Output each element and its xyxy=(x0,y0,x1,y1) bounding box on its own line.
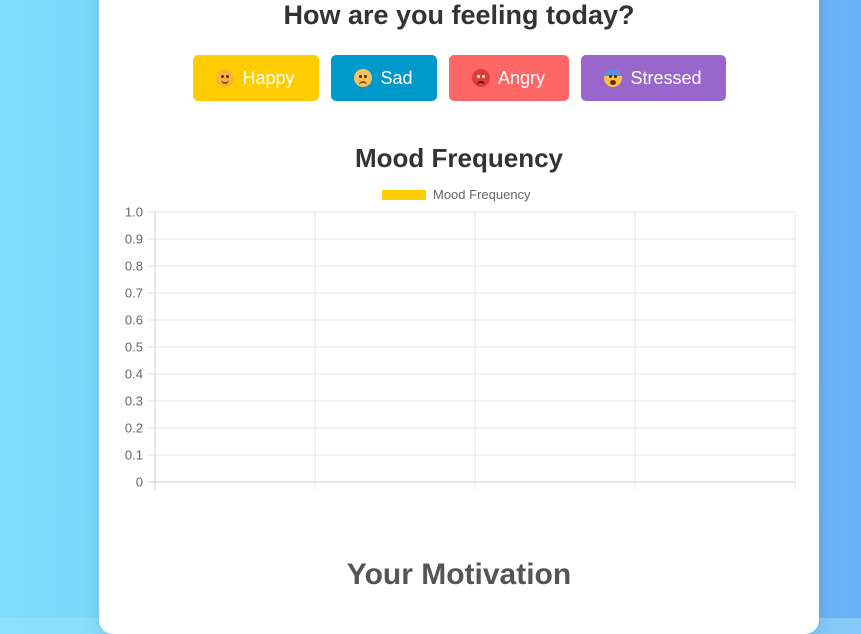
y-tick-label: 0.2 xyxy=(125,421,143,436)
chart-section-title: Mood Frequency xyxy=(354,143,563,173)
y-tick-label: 0 xyxy=(136,475,143,490)
angry-button[interactable]: Angry xyxy=(448,55,569,101)
sad-face-icon xyxy=(354,69,373,87)
y-tick-label: 0.1 xyxy=(125,448,143,463)
angry-face-icon xyxy=(471,69,490,87)
stressed-button[interactable]: Stressed xyxy=(580,55,726,101)
y-tick-label: 0.9 xyxy=(125,232,143,247)
y-tick-label: 1.0 xyxy=(125,205,143,220)
smiling-face-icon xyxy=(216,69,235,87)
stressed-button-label: Stressed xyxy=(630,67,702,88)
sad-button-label: Sad xyxy=(380,67,413,88)
y-tick-label: 0.5 xyxy=(125,340,143,355)
y-tick-label: 0.3 xyxy=(125,394,143,409)
happy-button-label: Happy xyxy=(242,67,295,88)
sad-button[interactable]: Sad xyxy=(330,55,437,101)
mood-tracker-card: How are you feeling today? Happy Sad Ang… xyxy=(99,0,819,634)
y-tick-label: 0.4 xyxy=(125,367,143,382)
stressed-face-icon xyxy=(604,69,623,87)
y-tick-label: 0.6 xyxy=(125,313,143,328)
happy-button[interactable]: Happy xyxy=(192,55,319,101)
motivation-title: Your Motivation xyxy=(346,558,572,591)
legend-swatch xyxy=(382,190,426,200)
page-title: How are you feeling today? xyxy=(283,0,635,30)
angry-button-label: Angry xyxy=(497,67,546,88)
y-tick-label: 0.7 xyxy=(125,286,143,301)
y-tick-label: 0.8 xyxy=(125,259,143,274)
mood-button-row: Happy Sad Angry Stressed xyxy=(99,55,819,101)
mood-frequency-chart: Mood Frequency 0 0.1 0.2 0.3 0.4 0.5 0.6 0.7 0.8 0… xyxy=(125,190,796,490)
legend-label: Mood Frequency xyxy=(433,190,531,202)
